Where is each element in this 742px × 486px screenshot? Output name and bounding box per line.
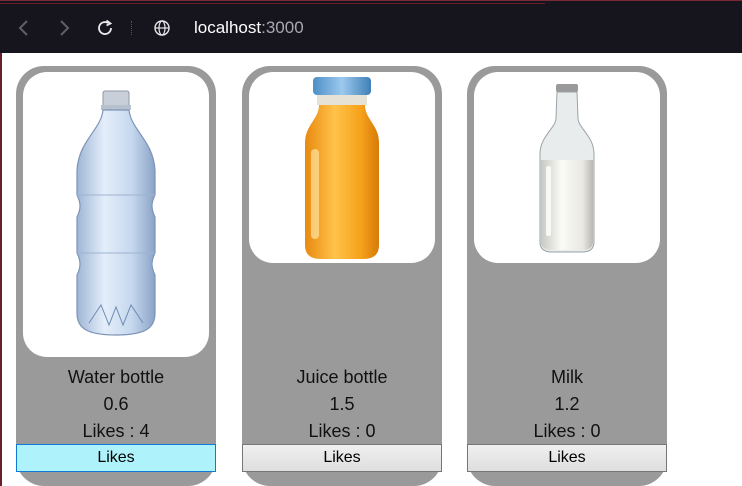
browser-toolbar: localhost:3000	[0, 0, 742, 53]
address-bar[interactable]: localhost:3000	[194, 16, 304, 40]
product-card: Water bottle 0.6 Likes : 4 Likes	[16, 66, 216, 486]
like-button[interactable]: Likes	[242, 444, 442, 472]
page-content: Water bottle 0.6 Likes : 4 Likes Juice b…	[0, 53, 742, 486]
toolbar-accent-line	[0, 1, 545, 4]
url-host: localhost	[194, 18, 262, 37]
milk-bottle-image	[474, 72, 660, 263]
product-price: 0.6	[103, 394, 129, 414]
url-port: :3000	[261, 18, 304, 37]
product-name: Juice bottle	[296, 367, 388, 387]
product-name: Water bottle	[67, 367, 165, 387]
toolbar-divider	[131, 21, 132, 35]
arrow-left-icon[interactable]	[14, 18, 34, 38]
reload-icon[interactable]	[95, 18, 115, 38]
product-likes-count: Likes : 4	[82, 421, 150, 441]
water-bottle-image	[23, 72, 209, 357]
product-card: Juice bottle 1.5 Likes : 0 Likes	[242, 66, 442, 486]
arrow-right-icon[interactable]	[54, 18, 74, 38]
globe-icon[interactable]	[152, 18, 172, 38]
juice-bottle-image	[249, 72, 435, 263]
like-button[interactable]: Likes	[467, 444, 667, 472]
product-name: Milk	[551, 367, 583, 387]
product-card: Milk 1.2 Likes : 0 Likes	[467, 66, 667, 486]
product-price: 1.5	[329, 394, 355, 414]
like-button[interactable]: Likes	[16, 444, 216, 472]
product-price: 1.2	[554, 394, 580, 414]
product-likes-count: Likes : 0	[308, 421, 376, 441]
product-likes-count: Likes : 0	[533, 421, 601, 441]
